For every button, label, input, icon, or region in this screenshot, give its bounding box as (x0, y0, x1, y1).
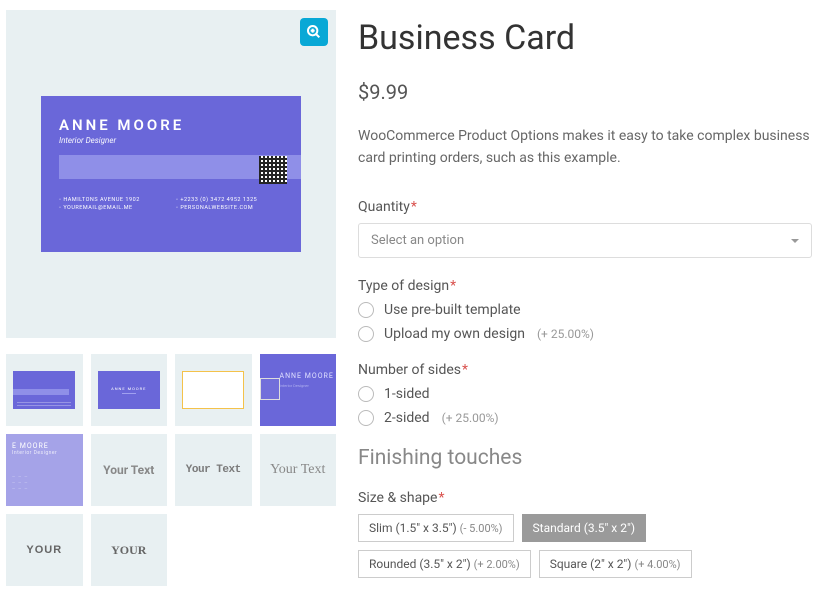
required-indicator: * (462, 362, 468, 378)
zoom-button[interactable] (300, 18, 328, 46)
quantity-select[interactable]: Select an option (358, 223, 812, 258)
thumbnail[interactable] (175, 354, 252, 426)
thumbnail-grid: ANNE MOORE ANNE MOOREInterior Designer E… (6, 354, 336, 586)
card-address: HAMILTONS AVENUE 1902 (59, 197, 166, 203)
thumbnail[interactable]: E MOOREInterior Designer— — —— — —— — — (6, 434, 83, 506)
radio-2sided[interactable]: 2-sided(+ 25.00%) (358, 410, 812, 426)
product-price: $9.99 (358, 80, 812, 104)
radio-icon (358, 386, 374, 402)
product-details: Business Card $9.99 WooCommerce Product … (358, 10, 812, 598)
card-email: YOUREMAIL@EMAIL.ME (59, 205, 166, 211)
radio-1sided[interactable]: 1-sided (358, 386, 812, 402)
radio-upload[interactable]: Upload my own design(+ 25.00%) (358, 326, 812, 342)
required-indicator: * (411, 199, 417, 215)
size-chips: Slim (1.5" x 3.5") (- 5.00%) Standard (3… (358, 514, 812, 578)
thumbnail[interactable]: ANNE MOORE (91, 354, 168, 426)
thumbnail[interactable]: Your Text (260, 434, 337, 506)
thumbnail[interactable]: Your Text (175, 434, 252, 506)
search-plus-icon (306, 24, 322, 40)
chip-standard[interactable]: Standard (3.5" x 2") (522, 514, 646, 542)
chip-rounded[interactable]: Rounded (3.5" x 2") (+ 2.00%) (358, 550, 531, 578)
field-size: Size & shape* Slim (1.5" x 3.5") (- 5.00… (358, 490, 812, 578)
thumbnail[interactable]: YOUR (6, 514, 83, 586)
radio-icon (358, 302, 374, 318)
card-phone: +2233 (0) 3472 4952 1325 (176, 197, 283, 203)
thumbnail[interactable] (6, 354, 83, 426)
field-sides: Number of sides* 1-sided 2-sided(+ 25.00… (358, 362, 812, 426)
main-image[interactable]: ANNE MOORE Interior Designer HAMILTONS A… (6, 10, 336, 338)
thumbnail[interactable]: ANNE MOOREInterior Designer (260, 354, 337, 426)
product-title: Business Card (358, 18, 812, 58)
card-role: Interior Designer (59, 136, 283, 145)
product-description: WooCommerce Product Options makes it eas… (358, 126, 812, 169)
required-indicator: * (438, 490, 444, 506)
chip-slim[interactable]: Slim (1.5" x 3.5") (- 5.00%) (358, 514, 514, 542)
product-gallery: ANNE MOORE Interior Designer HAMILTONS A… (6, 10, 336, 598)
radio-icon (358, 326, 374, 342)
sample-card: ANNE MOORE Interior Designer HAMILTONS A… (41, 96, 301, 252)
thumbnail[interactable]: Your Text (91, 434, 168, 506)
field-quantity: Quantity* Select an option (358, 199, 812, 258)
radio-prebuilt[interactable]: Use pre-built template (358, 302, 812, 318)
required-indicator: * (450, 278, 456, 294)
card-website: PERSONALWEBSITE.COM (176, 205, 283, 211)
finishing-heading: Finishing touches (358, 446, 812, 470)
card-name: ANNE MOORE (59, 116, 283, 134)
chip-square[interactable]: Square (2" x 2") (+ 4.00%) (539, 550, 692, 578)
field-design: Type of design* Use pre-built template U… (358, 278, 812, 342)
radio-icon (358, 410, 374, 426)
thumbnail[interactable]: YOUR (91, 514, 168, 586)
qr-code-icon (259, 156, 287, 184)
